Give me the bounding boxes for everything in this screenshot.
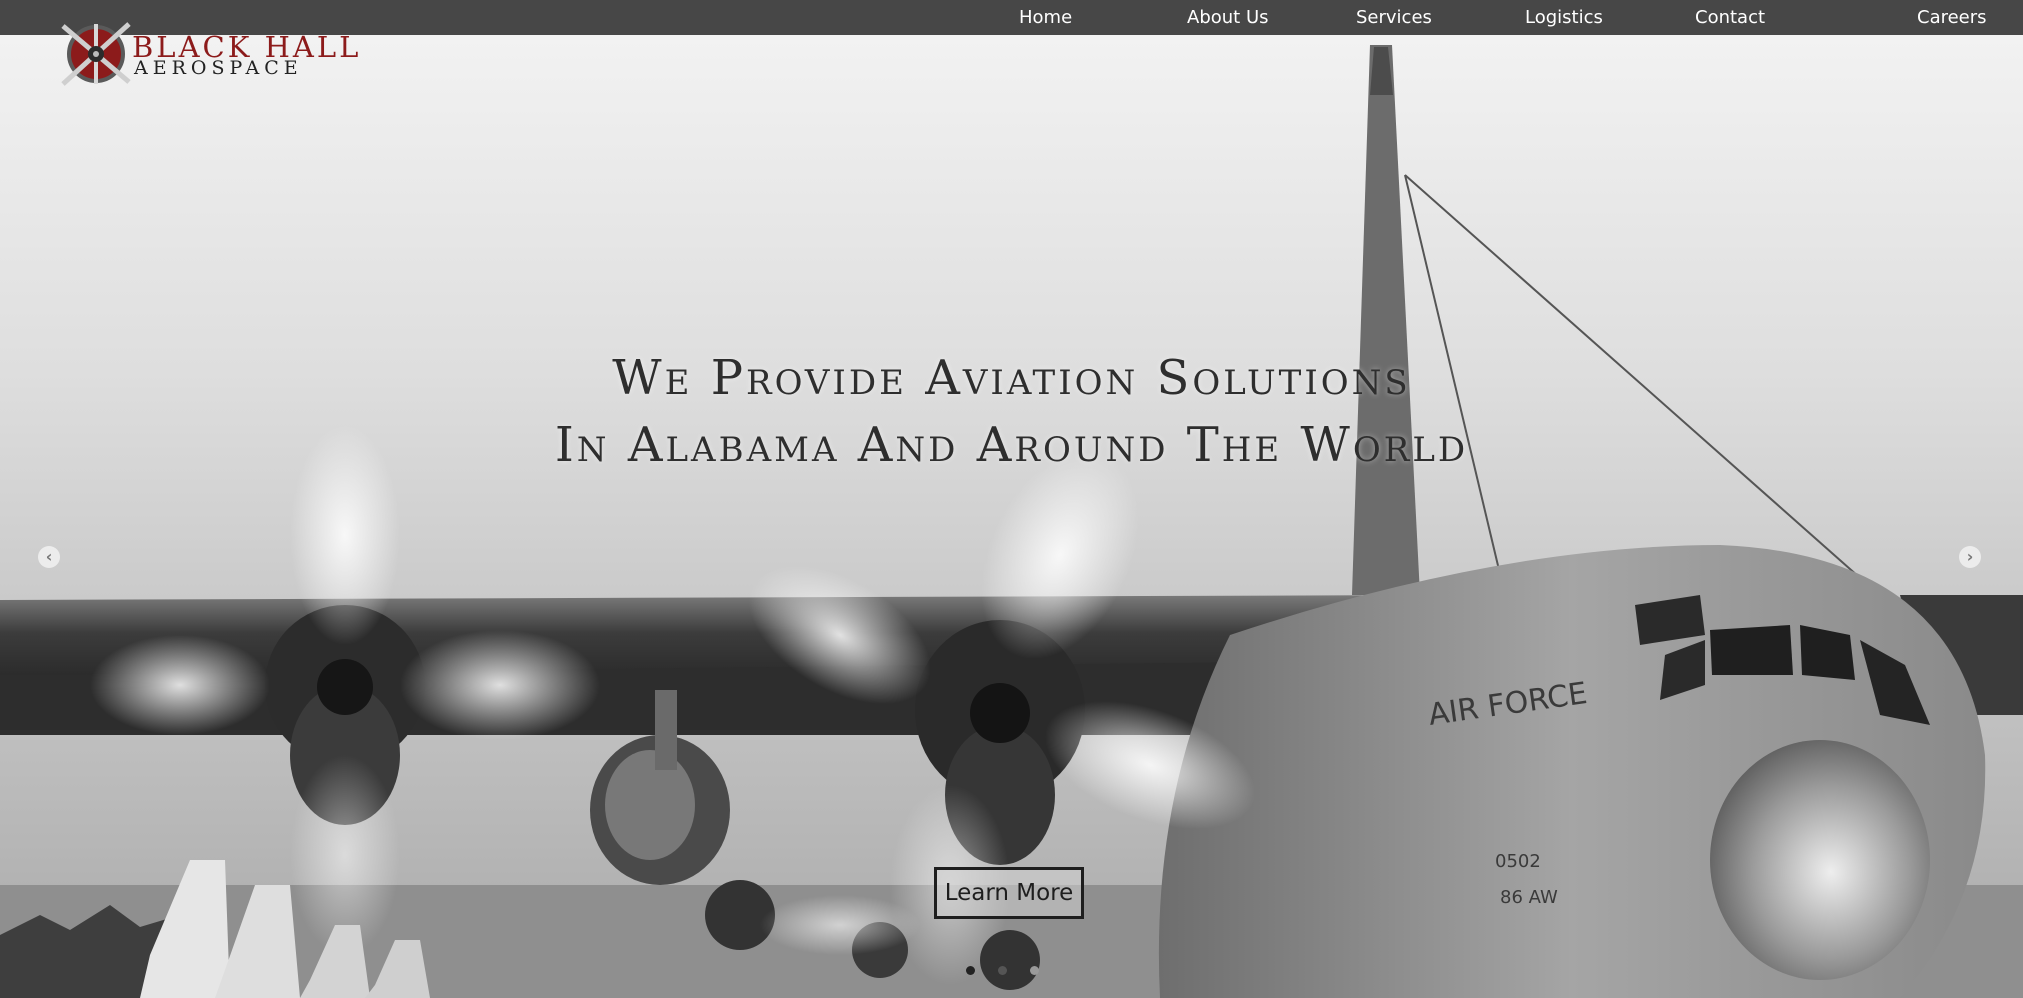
svg-text:86 AW: 86 AW [1500, 887, 1558, 908]
nav-services[interactable]: Services [1356, 0, 1432, 35]
chevron-left-icon: ‹ [45, 547, 53, 566]
learn-more-button[interactable]: Learn More [934, 867, 1084, 919]
hero-headline-line-2: In Alabama And Around The World [554, 417, 1469, 473]
propeller-emblem-icon [61, 22, 131, 86]
slider-dot-1[interactable] [966, 966, 975, 975]
svg-text:0502: 0502 [1495, 851, 1541, 872]
nav-logistics[interactable]: Logistics [1525, 0, 1603, 35]
brand-logo[interactable]: BLACK HALL AEROSPACE [58, 18, 358, 90]
nav-contact[interactable]: Contact [1695, 0, 1765, 35]
chevron-right-icon: › [1966, 547, 1974, 566]
hero-headline-line-1: We Provide Aviation Solutions [612, 350, 1411, 406]
nav-careers[interactable]: Careers [1917, 0, 1987, 35]
slider-dot-2[interactable] [998, 966, 1007, 975]
logo-wordmark-secondary: AEROSPACE [134, 57, 303, 79]
hero-background-photo: AIR FORCE 0502 86 AW [0, 35, 2023, 998]
slider-dot-3[interactable] [1030, 966, 1039, 975]
nav-home[interactable]: Home [1019, 0, 1072, 35]
slider-prev-button[interactable]: ‹ [38, 546, 60, 568]
hero-slider: AIR FORCE 0502 86 AW We Provide Aviation… [0, 35, 2023, 998]
nav-about-us[interactable]: About Us [1187, 0, 1269, 35]
slider-next-button[interactable]: › [1959, 546, 1981, 568]
page: AIR FORCE 0502 86 AW We Provide Aviation… [0, 0, 2023, 998]
